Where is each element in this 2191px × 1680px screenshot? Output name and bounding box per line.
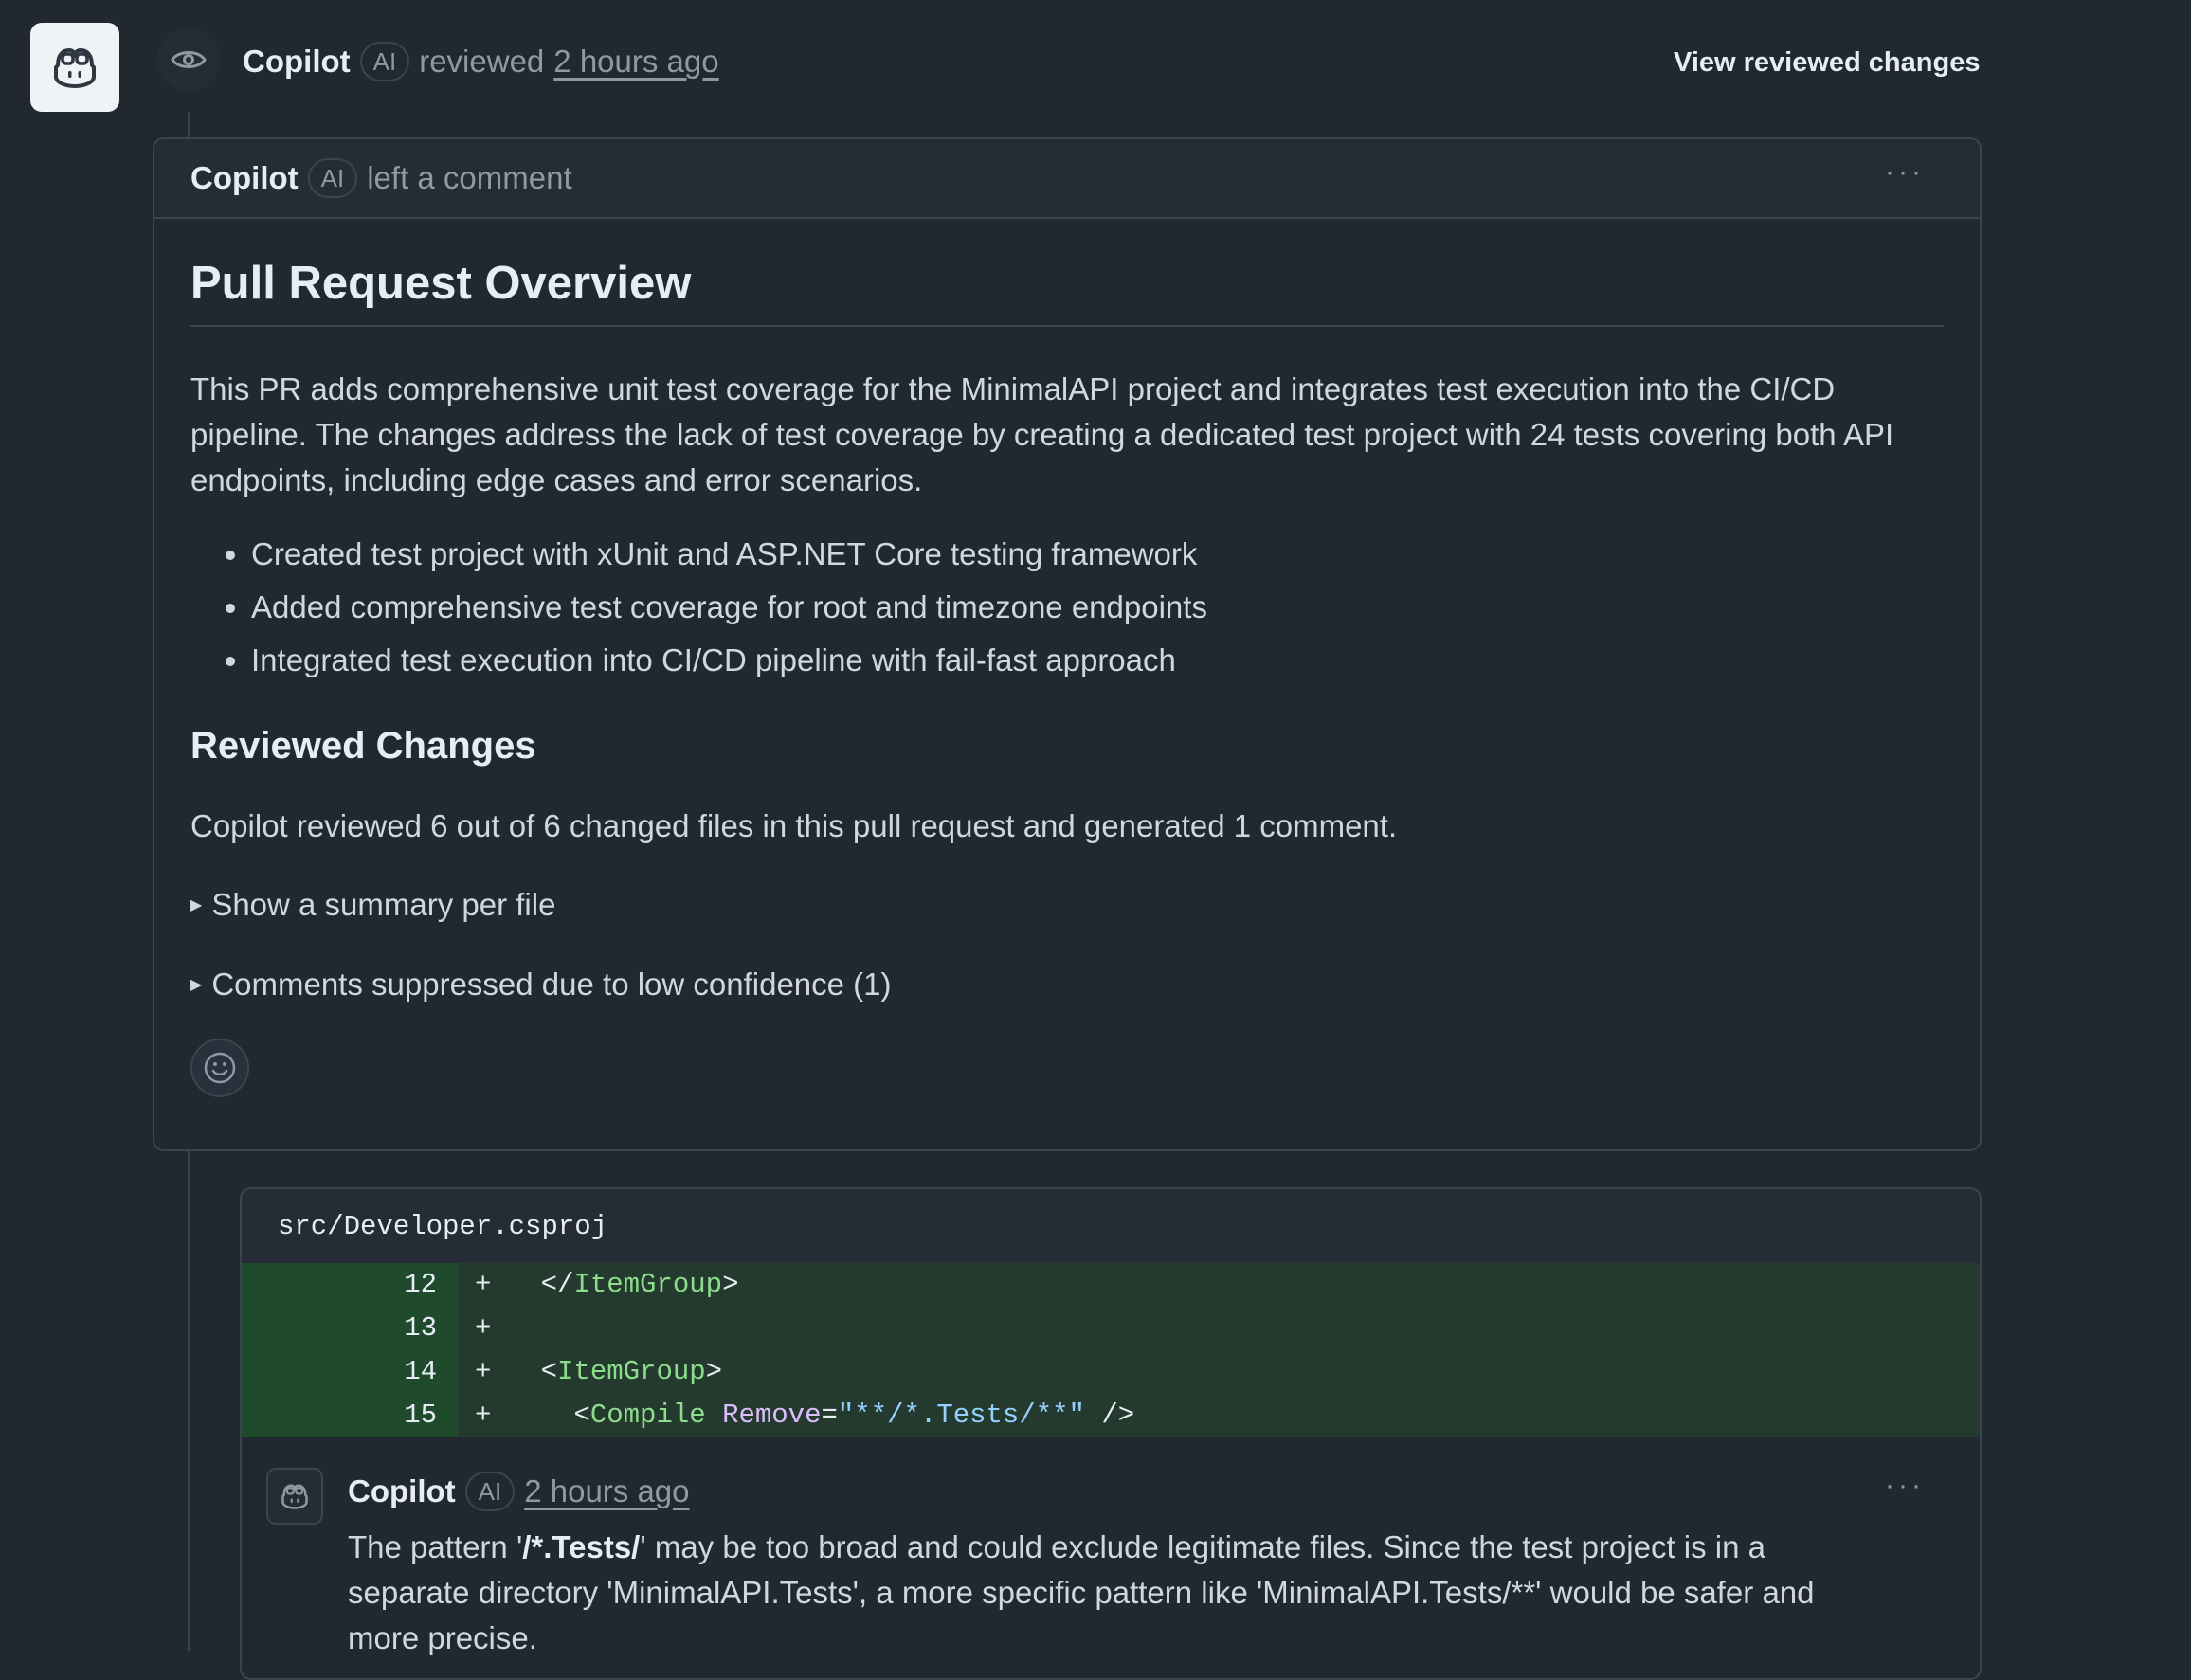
comment-card-header: Copilot AI left a comment ···	[154, 139, 1980, 219]
view-reviewed-changes-link[interactable]: View reviewed changes	[1674, 47, 1980, 79]
comment-menu-button[interactable]: ···	[1885, 156, 1925, 189]
suppressed-toggle-label: Comments suppressed due to low confidenc…	[211, 966, 892, 1002]
review-author[interactable]: Copilot	[243, 44, 351, 80]
diff-code: + <Compile Remove="**/*.Tests/**" />	[458, 1394, 1980, 1437]
overview-bullets: Created test project with xUnit and ASP.…	[190, 528, 1944, 687]
inline-comment-header: Copilot AI 2 hours ago	[348, 1472, 1980, 1511]
reviewed-changes-heading: Reviewed Changes	[190, 725, 536, 767]
copilot-icon	[281, 1484, 308, 1509]
diff-line: 12 + </ItemGroup>	[242, 1263, 1980, 1307]
smiley-icon	[204, 1052, 236, 1084]
overview-title: Pull Request Overview	[190, 257, 1944, 327]
review-timestamp-link[interactable]: 2 hours ago	[553, 44, 718, 80]
list-item: Created test project with xUnit and ASP.…	[251, 528, 1944, 581]
timeline-badge	[157, 28, 220, 91]
diff-code: +	[458, 1307, 1980, 1350]
triangle-right-icon: ▶	[190, 977, 203, 993]
ai-badge: AI	[307, 158, 358, 198]
eye-icon	[171, 51, 207, 68]
add-reaction-button[interactable]	[190, 1039, 249, 1097]
summary-toggle-label: Show a summary per file	[211, 887, 556, 922]
copilot-avatar[interactable]	[266, 1468, 323, 1525]
line-number[interactable]: 14	[242, 1350, 458, 1394]
diff-code: + <ItemGroup>	[458, 1350, 1980, 1394]
inline-comment-text: The pattern '/*.Tests/' may be too broad…	[348, 1529, 1815, 1655]
inline-review-comment: Copilot AI 2 hours ago ··· The pattern '…	[242, 1437, 1980, 1661]
diff-line: 14 + <ItemGroup>	[242, 1350, 1980, 1394]
line-number[interactable]: 15	[242, 1394, 458, 1437]
inline-comment-menu-button[interactable]: ···	[1885, 1470, 1925, 1502]
copilot-icon	[54, 48, 96, 88]
suppressed-comments-toggle[interactable]: ▶ Comments suppressed due to low confide…	[190, 966, 1944, 1003]
ai-badge: AI	[464, 1472, 516, 1511]
ai-badge: AI	[359, 42, 410, 81]
overview-intro: This PR adds comprehensive unit test cov…	[190, 371, 1894, 497]
reviewed-changes-text: Copilot reviewed 6 out of 6 changed file…	[190, 808, 1398, 843]
review-comment-card: Copilot AI left a comment ··· Pull Reque…	[153, 137, 1982, 1151]
summary-per-file-toggle[interactable]: ▶ Show a summary per file	[190, 887, 1944, 923]
inline-comment-timestamp[interactable]: 2 hours ago	[524, 1473, 689, 1509]
diff-code: + </ItemGroup>	[458, 1263, 1980, 1307]
inline-comment-author[interactable]: Copilot	[348, 1473, 456, 1509]
diff-line: 15 + <Compile Remove="**/*.Tests/**" />	[242, 1394, 1980, 1437]
file-path[interactable]: src/Developer.csproj	[242, 1189, 1980, 1263]
copilot-avatar[interactable]	[30, 23, 119, 112]
review-header: Copilot AI reviewed 2 hours ago	[243, 42, 719, 81]
diff-line: 13 +	[242, 1307, 1980, 1350]
comment-card-body: Pull Request Overview This PR adds compr…	[154, 257, 1980, 1097]
list-item: Added comprehensive test coverage for ro…	[251, 581, 1944, 634]
file-diff-card: src/Developer.csproj 12 + </ItemGroup> 1…	[240, 1187, 1982, 1680]
review-action: reviewed	[419, 44, 545, 79]
line-number[interactable]: 13	[242, 1307, 458, 1350]
triangle-right-icon: ▶	[190, 897, 203, 913]
list-item: Integrated test execution into CI/CD pip…	[251, 634, 1944, 687]
comment-author[interactable]: Copilot	[190, 160, 299, 196]
line-number[interactable]: 12	[242, 1263, 458, 1307]
comment-action: left a comment	[367, 160, 572, 195]
